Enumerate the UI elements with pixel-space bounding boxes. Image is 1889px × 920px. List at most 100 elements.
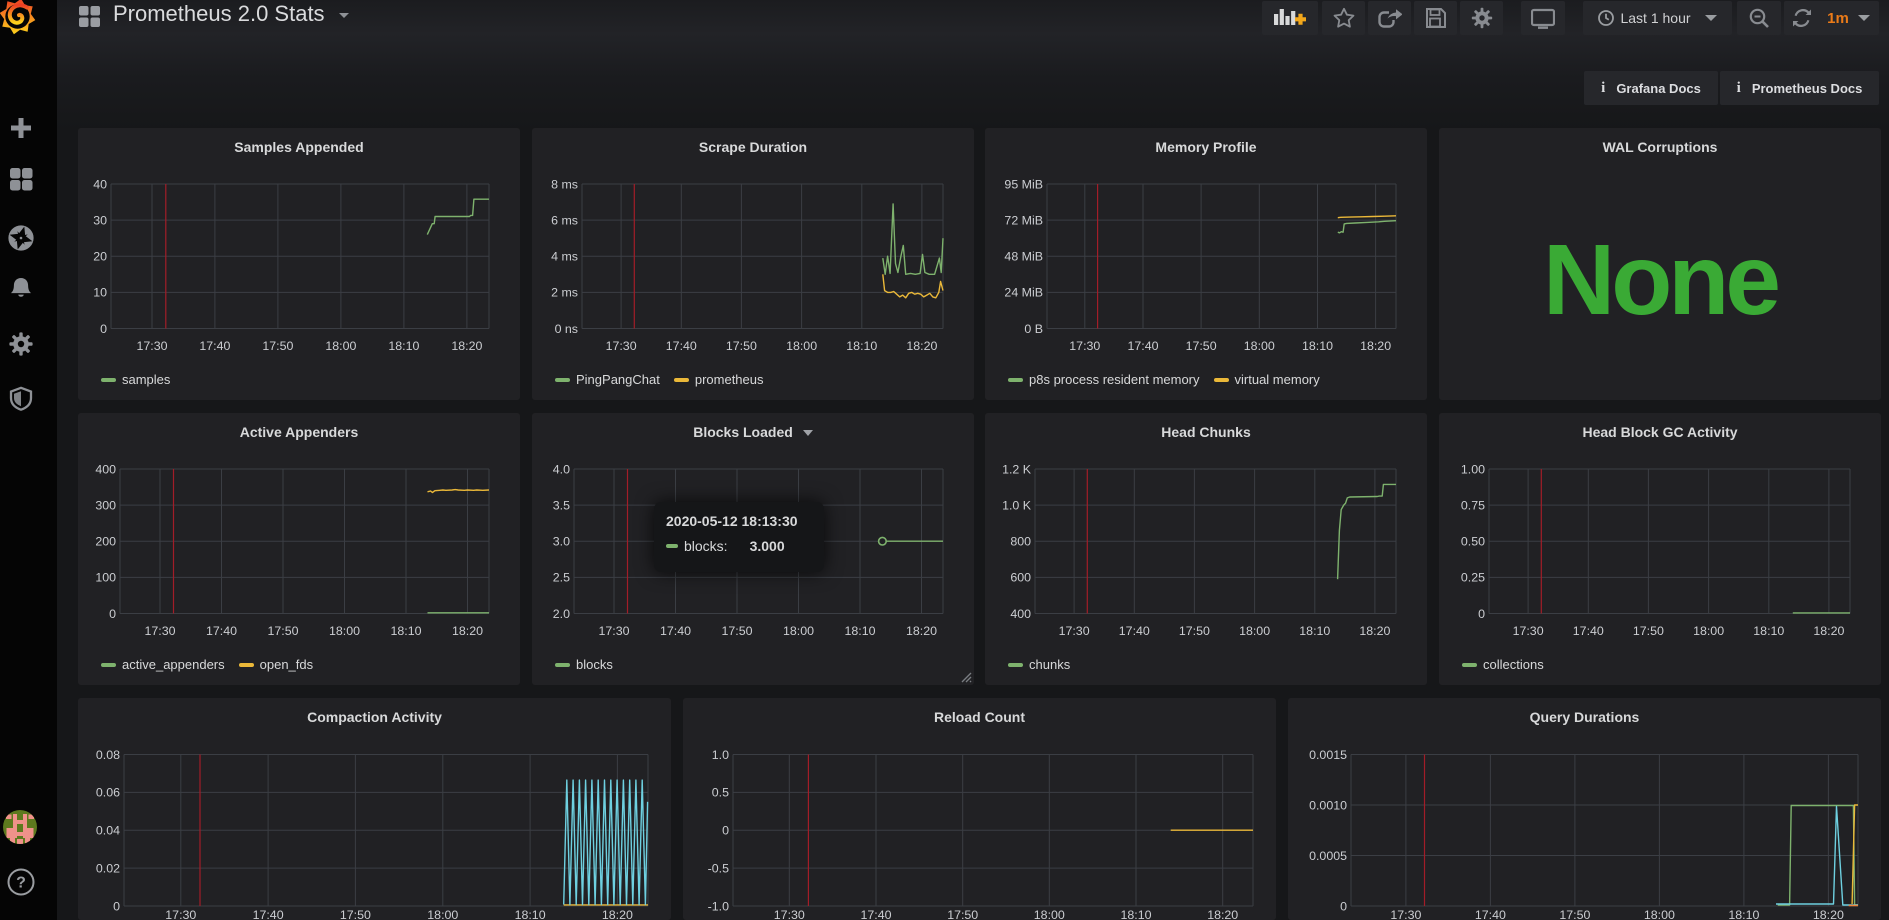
svg-text:-0.5: -0.5: [708, 861, 729, 875]
svg-text:18:20: 18:20: [1359, 624, 1390, 638]
svg-text:18:20: 18:20: [602, 908, 633, 920]
svg-text:17:40: 17:40: [1127, 339, 1158, 353]
svg-text:0 ns: 0 ns: [555, 322, 578, 336]
svg-text:-1.0: -1.0: [708, 899, 729, 913]
svg-text:18:20: 18:20: [452, 624, 483, 638]
svg-text:17:40: 17:40: [199, 339, 230, 353]
svg-text:17:30: 17:30: [606, 339, 637, 353]
svg-text:0: 0: [722, 824, 729, 838]
svg-text:0.0015: 0.0015: [1309, 748, 1347, 762]
svg-text:18:10: 18:10: [846, 339, 877, 353]
svg-text:18:00: 18:00: [1239, 624, 1270, 638]
svg-text:0: 0: [100, 322, 107, 336]
svg-text:17:30: 17:30: [774, 908, 805, 920]
svg-text:300: 300: [95, 498, 116, 512]
svg-text:2.5: 2.5: [553, 571, 570, 585]
svg-text:17:50: 17:50: [721, 624, 752, 638]
svg-text:18:00: 18:00: [325, 339, 356, 353]
svg-text:17:40: 17:40: [253, 908, 284, 920]
svg-text:17:30: 17:30: [144, 624, 175, 638]
svg-text:18:00: 18:00: [1644, 908, 1675, 920]
svg-text:18:10: 18:10: [390, 624, 421, 638]
svg-text:100: 100: [95, 571, 116, 585]
svg-text:18:20: 18:20: [906, 339, 937, 353]
svg-text:18:00: 18:00: [1693, 624, 1724, 638]
svg-text:17:50: 17:50: [1179, 624, 1210, 638]
svg-text:18:00: 18:00: [786, 339, 817, 353]
svg-text:18:00: 18:00: [1034, 908, 1065, 920]
svg-text:3.0: 3.0: [553, 535, 570, 549]
svg-text:0.75: 0.75: [1461, 498, 1485, 512]
svg-text:17:30: 17:30: [1390, 908, 1421, 920]
svg-text:0.02: 0.02: [96, 861, 120, 875]
svg-text:8 ms: 8 ms: [551, 177, 578, 191]
svg-text:1.0: 1.0: [712, 748, 729, 762]
svg-text:48 MiB: 48 MiB: [1004, 250, 1043, 264]
svg-text:17:30: 17:30: [1069, 339, 1100, 353]
svg-text:18:10: 18:10: [515, 908, 546, 920]
svg-text:0.08: 0.08: [96, 748, 120, 762]
svg-text:20: 20: [93, 250, 107, 264]
svg-text:18:20: 18:20: [1207, 908, 1238, 920]
svg-text:17:50: 17:50: [1559, 908, 1590, 920]
svg-text:18:10: 18:10: [1728, 908, 1759, 920]
svg-text:17:50: 17:50: [726, 339, 757, 353]
svg-text:0: 0: [113, 899, 120, 913]
svg-text:17:40: 17:40: [1573, 624, 1604, 638]
svg-text:18:10: 18:10: [1120, 908, 1151, 920]
svg-text:24 MiB: 24 MiB: [1004, 286, 1043, 300]
svg-text:17:30: 17:30: [1513, 624, 1544, 638]
svg-text:17:40: 17:40: [660, 624, 691, 638]
svg-text:95 MiB: 95 MiB: [1004, 177, 1043, 191]
svg-text:17:30: 17:30: [165, 908, 196, 920]
svg-text:1.00: 1.00: [1461, 462, 1485, 476]
svg-text:17:40: 17:40: [666, 339, 697, 353]
svg-text:18:20: 18:20: [1813, 624, 1844, 638]
svg-text:18:10: 18:10: [1299, 624, 1330, 638]
svg-text:18:10: 18:10: [1753, 624, 1784, 638]
svg-text:0: 0: [1478, 607, 1485, 621]
svg-text:17:40: 17:40: [206, 624, 237, 638]
svg-text:18:20: 18:20: [1360, 339, 1391, 353]
svg-text:800: 800: [1010, 535, 1031, 549]
svg-text:0.0010: 0.0010: [1309, 798, 1347, 812]
svg-text:0.04: 0.04: [96, 824, 120, 838]
svg-text:10: 10: [93, 286, 107, 300]
svg-text:17:40: 17:40: [860, 908, 891, 920]
svg-text:2.0: 2.0: [553, 607, 570, 621]
svg-text:17:50: 17:50: [262, 339, 293, 353]
svg-text:?: ?: [16, 875, 26, 892]
svg-text:200: 200: [95, 535, 116, 549]
svg-text:18:20: 18:20: [451, 339, 482, 353]
svg-text:18:00: 18:00: [783, 624, 814, 638]
svg-text:40: 40: [93, 177, 107, 191]
svg-text:17:50: 17:50: [340, 908, 371, 920]
svg-text:30: 30: [93, 213, 107, 227]
svg-text:18:10: 18:10: [844, 624, 875, 638]
svg-text:18:00: 18:00: [1244, 339, 1275, 353]
svg-text:0 B: 0 B: [1024, 322, 1043, 336]
svg-text:4.0: 4.0: [553, 462, 570, 476]
svg-text:0: 0: [109, 607, 116, 621]
svg-text:1.2 K: 1.2 K: [1002, 462, 1032, 476]
svg-text:18:00: 18:00: [427, 908, 458, 920]
svg-text:17:40: 17:40: [1475, 908, 1506, 920]
svg-text:0.5: 0.5: [712, 786, 729, 800]
svg-text:18:10: 18:10: [388, 339, 419, 353]
svg-text:600: 600: [1010, 571, 1031, 585]
svg-text:3.5: 3.5: [553, 498, 570, 512]
svg-text:17:50: 17:50: [267, 624, 298, 638]
svg-text:17:30: 17:30: [1059, 624, 1090, 638]
svg-text:4 ms: 4 ms: [551, 250, 578, 264]
svg-text:18:20: 18:20: [906, 624, 937, 638]
svg-text:0.50: 0.50: [1461, 535, 1485, 549]
svg-text:18:20: 18:20: [1813, 908, 1844, 920]
svg-text:400: 400: [95, 462, 116, 476]
svg-text:17:30: 17:30: [136, 339, 167, 353]
svg-text:18:00: 18:00: [329, 624, 360, 638]
svg-text:400: 400: [1010, 607, 1031, 621]
svg-text:0.25: 0.25: [1461, 571, 1485, 585]
svg-text:18:10: 18:10: [1302, 339, 1333, 353]
svg-text:0.06: 0.06: [96, 786, 120, 800]
svg-text:0: 0: [1340, 899, 1347, 913]
